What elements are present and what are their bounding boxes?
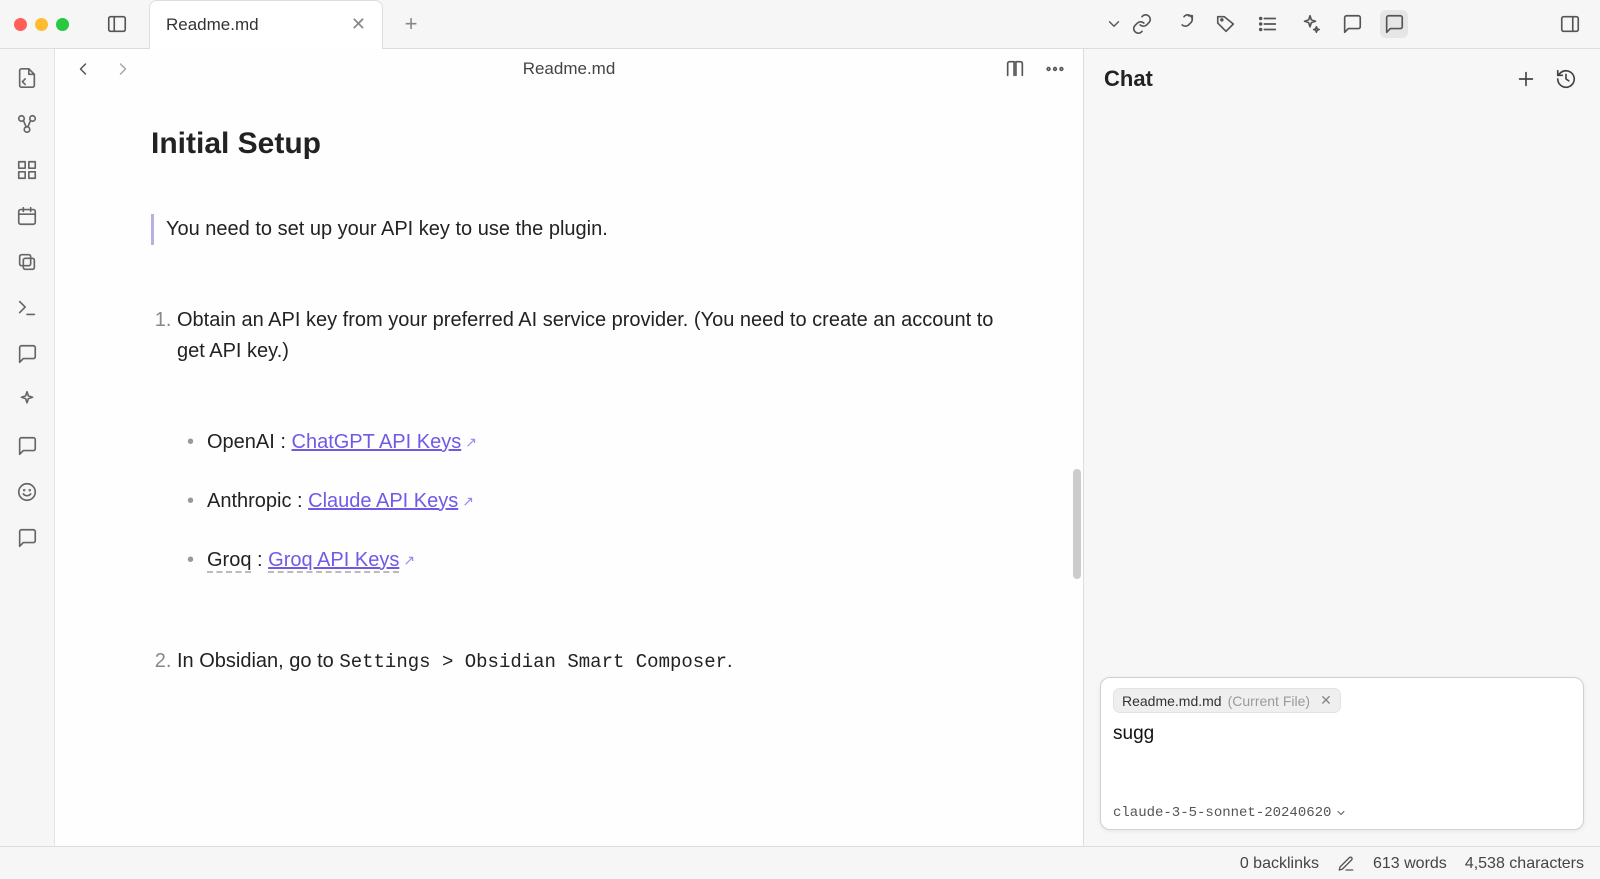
window-zoom-button[interactable] (56, 18, 69, 31)
right-sidebar-toggle-icon[interactable] (1556, 10, 1584, 38)
chat-messages-area (1084, 101, 1600, 667)
status-words-text: 613 words (1373, 855, 1447, 873)
canvas-icon[interactable] (12, 155, 42, 185)
sep: : (275, 431, 292, 453)
setup-note-blockquote: You need to set up your API key to use t… (151, 214, 1013, 245)
chat-panel-icon[interactable] (1380, 10, 1408, 38)
chip-suffix: (Current File) (1228, 693, 1310, 709)
close-icon[interactable]: ✕ (351, 14, 366, 35)
claude-api-keys-link[interactable]: Claude API Keys (308, 490, 458, 512)
groq-api-keys-link[interactable]: Groq API Keys (268, 549, 399, 573)
blockquote-text: You need to set up your API key to use t… (166, 218, 608, 240)
chat-rail-icon-2[interactable] (12, 431, 42, 461)
chip-remove-icon[interactable]: ✕ (1320, 692, 1332, 709)
sep: : (292, 490, 309, 512)
provider-openai-label: OpenAI (207, 431, 275, 453)
left-rail (0, 49, 55, 846)
provider-groq-item: Groq : Groq API Keys↗ (191, 545, 1013, 576)
status-bar: 0 backlinks 613 words 4,538 characters (0, 846, 1600, 879)
ai-rail-icon[interactable] (12, 385, 42, 415)
tab-list-dropdown-icon[interactable] (1100, 10, 1128, 38)
command-icon[interactable] (12, 293, 42, 323)
new-tab-button[interactable]: + (399, 11, 423, 37)
new-chat-button[interactable] (1512, 65, 1540, 93)
step-2-suffix: . (727, 650, 733, 672)
chat-input[interactable]: sugg (1113, 723, 1571, 799)
tag-icon[interactable] (1212, 10, 1240, 38)
ai-sparkle-icon[interactable] (1296, 10, 1324, 38)
model-name: claude-3-5-sonnet-20240620 (1113, 805, 1331, 821)
status-char-count[interactable]: 4,538 characters (1465, 855, 1584, 873)
provider-openai-item: OpenAI : ChatGPT API Keys↗ (191, 427, 1013, 458)
outline-icon[interactable] (1254, 10, 1282, 38)
chat-rail-icon-1[interactable] (12, 339, 42, 369)
sep: : (251, 549, 268, 571)
setup-steps-list: Obtain an API key from your preferred AI… (151, 305, 1013, 677)
more-options-icon[interactable] (1041, 55, 1069, 83)
status-backlinks-text: 0 backlinks (1240, 855, 1319, 873)
context-chip-readme[interactable]: Readme.md.md (Current File) ✕ (1113, 688, 1341, 713)
editor-pane: Readme.md Initial Setup You need to set … (55, 49, 1083, 846)
chat-title: Chat (1104, 66, 1500, 92)
external-link-icon: ↗ (403, 552, 415, 568)
step-1: Obtain an API key from your preferred AI… (177, 305, 1013, 576)
comment-icon[interactable] (1338, 10, 1366, 38)
status-word-count[interactable]: 613 words (1373, 855, 1447, 873)
provider-list: OpenAI : ChatGPT API Keys↗ Anthropic : C… (177, 427, 1013, 576)
left-sidebar-toggle-icon[interactable] (103, 10, 131, 38)
window-close-button[interactable] (14, 18, 27, 31)
chat-header: Chat (1084, 49, 1600, 101)
chip-filename: Readme.md.md (1122, 693, 1222, 709)
step-2-prefix: In Obsidian, go to (177, 650, 339, 672)
editor-content[interactable]: Initial Setup You need to set up your AP… (55, 89, 1083, 846)
calendar-icon[interactable] (12, 201, 42, 231)
status-chars-text: 4,538 characters (1465, 855, 1584, 873)
editor-title[interactable]: Readme.md (149, 59, 989, 79)
window-minimize-button[interactable] (35, 18, 48, 31)
tab-readme[interactable]: Readme.md ✕ (149, 0, 383, 49)
step-1-text: Obtain an API key from your preferred AI… (177, 309, 993, 362)
chat-history-button[interactable] (1552, 65, 1580, 93)
provider-groq-label: Groq (207, 549, 251, 573)
nav-forward-icon[interactable] (109, 55, 137, 83)
titlebar-right-tools (1128, 10, 1600, 38)
nav-back-icon[interactable] (69, 55, 97, 83)
chat-rail-icon-3[interactable] (12, 523, 42, 553)
chat-input-box: Readme.md.md (Current File) ✕ sugg claud… (1100, 677, 1584, 830)
chevron-down-icon (1335, 807, 1347, 819)
step-2: In Obsidian, go to Settings > Obsidian S… (177, 646, 1013, 677)
editor-header: Readme.md (55, 49, 1083, 89)
titlebar: Readme.md ✕ + (0, 0, 1600, 49)
scrollbar-thumb[interactable] (1073, 469, 1081, 579)
step-2-code: Settings > Obsidian Smart Composer (339, 651, 727, 673)
external-link-icon: ↗ (462, 493, 474, 509)
model-selector[interactable]: claude-3-5-sonnet-20240620 (1113, 805, 1571, 821)
heading-initial-setup: Initial Setup (151, 121, 1013, 168)
provider-anthropic-label: Anthropic (207, 490, 292, 512)
backlinks-icon[interactable] (1128, 10, 1156, 38)
status-backlinks[interactable]: 0 backlinks (1240, 855, 1319, 873)
provider-anthropic-item: Anthropic : Claude API Keys↗ (191, 486, 1013, 517)
status-edit-mode-icon[interactable] (1337, 855, 1355, 873)
tab-title: Readme.md (166, 15, 259, 35)
external-link-icon: ↗ (465, 434, 477, 450)
reading-mode-icon[interactable] (1001, 55, 1029, 83)
emoji-icon[interactable] (12, 477, 42, 507)
chat-panel: Chat Readme.md.md (Current File) ✕ sugg … (1083, 49, 1600, 846)
window-traffic-lights (14, 18, 69, 31)
chatgpt-api-keys-link[interactable]: ChatGPT API Keys (292, 431, 462, 453)
graph-icon[interactable] (12, 109, 42, 139)
quick-switch-icon[interactable] (12, 63, 42, 93)
outgoing-links-icon[interactable] (1170, 10, 1198, 38)
copy-icon[interactable] (12, 247, 42, 277)
